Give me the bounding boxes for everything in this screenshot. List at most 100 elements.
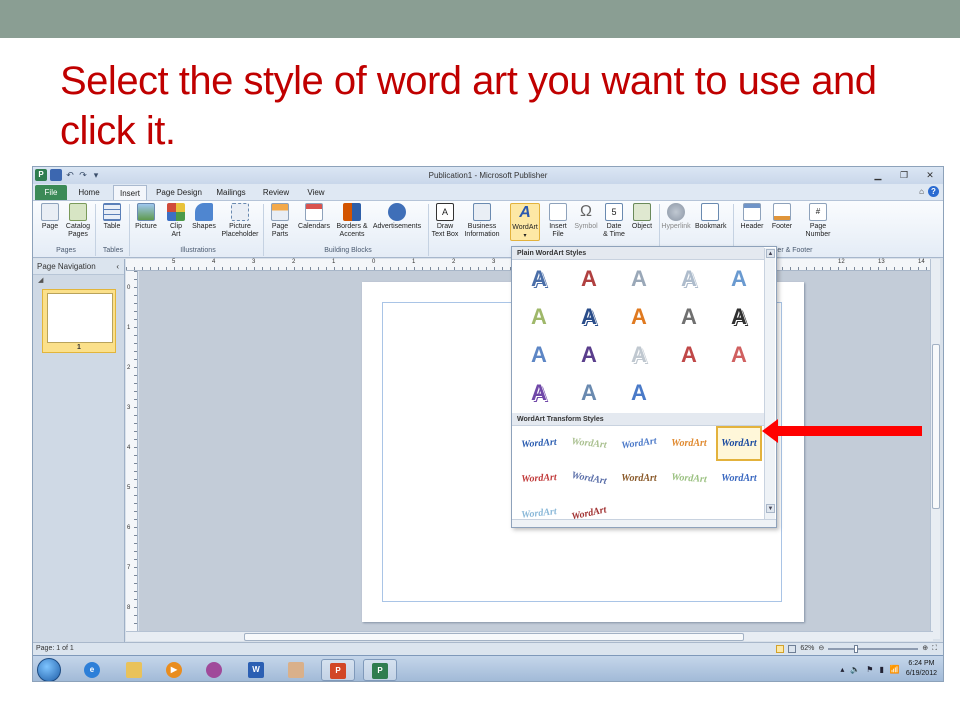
horizontal-scroll-thumb[interactable] [244, 633, 744, 641]
taskbar-app[interactable] [279, 659, 313, 681]
wordart-style-option[interactable]: A [566, 260, 612, 298]
start-button[interactable] [37, 658, 61, 681]
zoom-slider-knob[interactable] [854, 645, 859, 653]
footer-button[interactable]: Footer [767, 203, 797, 231]
calendars-button[interactable]: Calendars [293, 203, 335, 231]
hyperlink-button[interactable]: Hyperlink [661, 203, 691, 231]
wordart-style-option[interactable]: A [616, 336, 662, 374]
taskbar-internet-explorer[interactable]: e [75, 659, 109, 681]
table-button[interactable]: Table [97, 203, 127, 231]
picture-button[interactable]: Picture [131, 203, 161, 231]
vertical-scrollbar[interactable] [930, 259, 940, 639]
zoom-level[interactable]: 62% [800, 643, 814, 655]
vertical-scroll-thumb[interactable] [932, 344, 940, 509]
zoom-slider[interactable] [828, 645, 919, 653]
vertical-ruler[interactable]: 0 1 2 3 4 5 6 7 8 [126, 271, 138, 631]
wordart-transform-option[interactable]: WordArt [665, 459, 713, 497]
gallery-scroll-down-icon[interactable]: ▼ [766, 504, 775, 513]
page-section-toggle[interactable]: ◢ [33, 275, 124, 287]
wordart-transform-selected-option[interactable]: WordArt [716, 426, 762, 461]
customize-toolbar-icon[interactable]: ▾ [91, 169, 101, 181]
symbol-button[interactable]: Ω Symbol [571, 203, 601, 231]
wordart-transform-option[interactable]: WordArt [563, 492, 615, 536]
single-page-view-icon[interactable] [776, 645, 785, 653]
wordart-style-option[interactable]: A [716, 298, 762, 336]
collapse-pane-icon[interactable]: ‹ [116, 259, 119, 275]
wordart-transform-option[interactable]: WordArt [666, 426, 712, 461]
two-page-view-icon[interactable] [788, 645, 797, 653]
wordart-style-option[interactable]: A [666, 260, 712, 298]
wordart-transform-option[interactable]: WordArt [515, 424, 563, 462]
object-button[interactable]: Object [627, 203, 657, 231]
wordart-button[interactable]: A WordArt ▾ [510, 203, 540, 241]
redo-icon[interactable]: ↷ [78, 169, 88, 181]
page-thumbnail[interactable]: 1 [42, 289, 116, 353]
taskbar-word[interactable]: W [239, 659, 273, 681]
wordart-style-option[interactable]: A [666, 336, 712, 374]
tab-mailings[interactable]: Mailings [211, 185, 251, 200]
wordart-style-option[interactable]: A [566, 298, 612, 336]
date-time-button[interactable]: 5 Date & Time [599, 203, 629, 239]
gallery-resize-bar[interactable] [512, 519, 776, 527]
help-icon[interactable]: ? [928, 186, 939, 197]
save-icon[interactable] [50, 169, 62, 181]
fit-page-icon[interactable]: ⛶ [932, 643, 937, 655]
page-number-button[interactable]: # Page Number [797, 203, 839, 239]
wordart-style-option[interactable]: A [616, 298, 662, 336]
draw-text-box-button[interactable]: A Draw Text Box [430, 203, 460, 239]
header-button[interactable]: Header [737, 203, 767, 231]
publisher-app-icon[interactable]: P [35, 169, 47, 181]
tab-home[interactable]: Home [73, 185, 105, 200]
zoom-out-icon[interactable]: ⊖ [818, 643, 824, 655]
wordart-style-option[interactable]: A [566, 374, 612, 412]
shapes-button[interactable]: Shapes [189, 203, 219, 231]
tab-page-design[interactable]: Page Design [153, 185, 205, 200]
advertisements-button[interactable]: Advertisements [371, 203, 423, 231]
page-button[interactable]: Page [35, 203, 65, 231]
close-icon[interactable]: ✕ [919, 168, 941, 182]
wordart-transform-option[interactable]: WordArt [514, 494, 563, 534]
insert-file-button[interactable]: Insert File [543, 203, 573, 239]
signal-strength-icon[interactable]: 📶 [890, 665, 900, 674]
tab-view[interactable]: View [301, 185, 331, 200]
taskbar-media-player[interactable]: ▶ [157, 659, 191, 681]
bookmark-button[interactable]: Bookmark [695, 203, 727, 231]
wordart-transform-option[interactable]: WordArt [614, 423, 664, 464]
volume-icon[interactable]: 🔈 [850, 665, 860, 674]
gallery-scrollbar[interactable]: ▲ ▼ [764, 248, 775, 526]
wordart-style-option[interactable]: A [616, 260, 662, 298]
wordart-style-option[interactable]: A [516, 336, 562, 374]
tab-review[interactable]: Review [259, 185, 293, 200]
catalog-pages-button[interactable]: Catalog Pages [63, 203, 93, 239]
network-icon[interactable]: ▮ [879, 665, 883, 674]
action-center-icon[interactable]: ⚑ [866, 665, 873, 674]
picture-placeholder-button[interactable]: Picture Placeholder [219, 203, 261, 239]
wordart-style-option[interactable]: A [566, 336, 612, 374]
gallery-scroll-up-icon[interactable]: ▲ [766, 249, 775, 258]
taskbar-paint[interactable] [197, 659, 231, 681]
clip-art-button[interactable]: Clip Art [161, 203, 191, 239]
tab-insert[interactable]: Insert [113, 185, 147, 200]
undo-icon[interactable]: ↶ [65, 169, 75, 181]
wordart-transform-option[interactable]: WordArt [716, 461, 762, 496]
wordart-style-option[interactable]: A [616, 374, 662, 412]
taskbar-publisher[interactable]: P [363, 659, 397, 681]
zoom-in-icon[interactable]: ⊕ [922, 643, 928, 655]
page-count-status[interactable]: Page: 1 of 1 [36, 643, 74, 655]
tab-file[interactable]: File [35, 185, 67, 200]
business-information-button[interactable]: Business Information [461, 203, 503, 239]
wordart-transform-option[interactable]: WordArt [515, 460, 563, 497]
wordart-style-option[interactable]: A [716, 260, 762, 298]
borders-accents-button[interactable]: Borders & Accents [331, 203, 373, 239]
system-clock[interactable]: 6:24 PM 6/19/2012 [906, 659, 937, 679]
wordart-style-option[interactable]: A [716, 336, 762, 374]
taskbar-powerpoint[interactable]: P [321, 659, 355, 681]
wordart-style-option[interactable]: A [666, 298, 712, 336]
taskbar-file-explorer[interactable] [117, 659, 151, 681]
minimize-ribbon-icon[interactable]: ⌂ [919, 187, 924, 196]
wordart-transform-option[interactable]: WordArt [616, 461, 662, 496]
wordart-style-option[interactable]: A [516, 374, 562, 412]
minimize-icon[interactable]: ▁ [867, 168, 889, 182]
wordart-style-option[interactable]: A [516, 298, 562, 336]
page-parts-button[interactable]: Page Parts [265, 203, 295, 239]
